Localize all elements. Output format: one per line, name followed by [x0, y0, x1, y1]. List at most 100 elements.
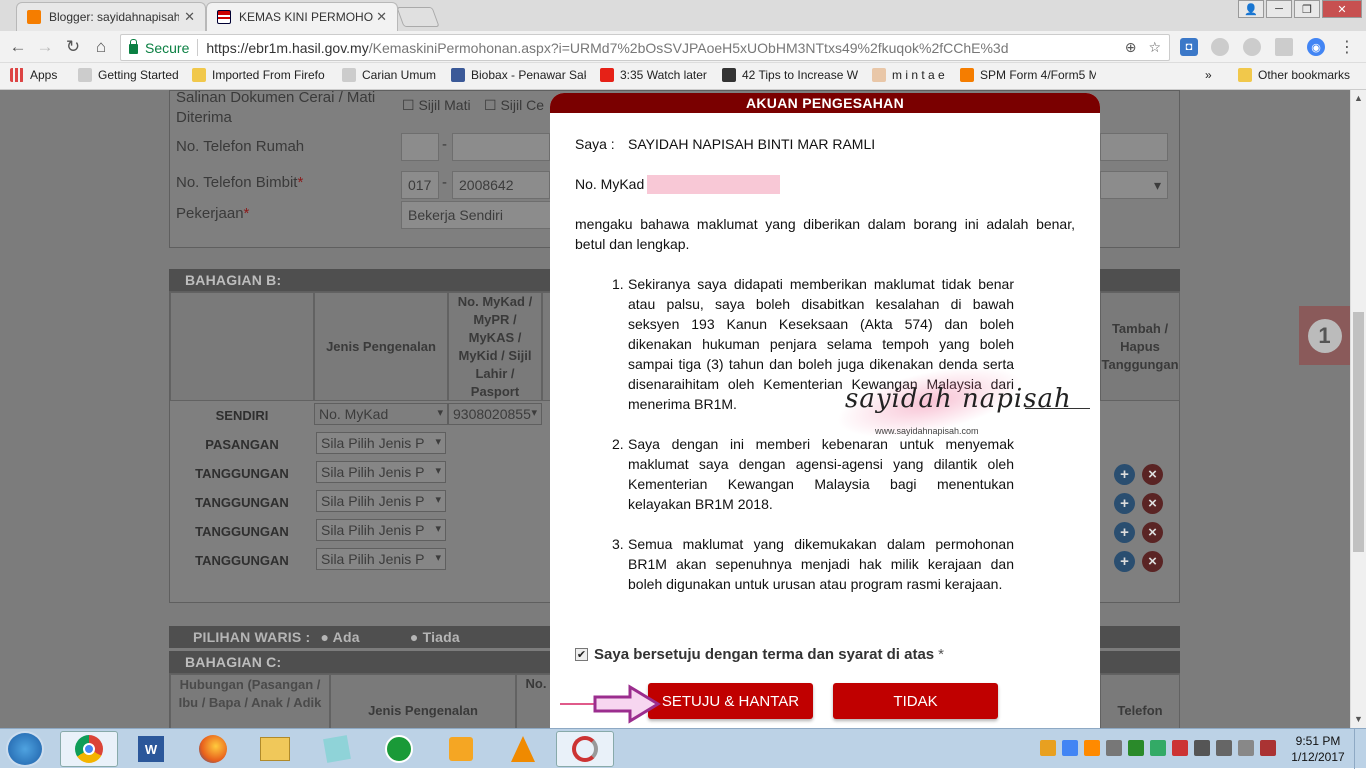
- address-bar[interactable]: Secure https://ebr1m.hasil.gov.my/Kemask…: [120, 34, 1170, 61]
- close-tab-icon[interactable]: ✕: [376, 9, 387, 25]
- pekerjaan-select[interactable]: Bekerja Sendiri: [401, 201, 551, 229]
- bookmarks-bar: Apps Getting Started Imported From Firef…: [0, 63, 1366, 90]
- bookmark-item[interactable]: Getting Started: [78, 68, 179, 82]
- scroll-up-arrow[interactable]: ▲: [1351, 93, 1366, 103]
- vlc-taskbar-icon[interactable]: [494, 731, 552, 767]
- tray-icon[interactable]: [1106, 740, 1122, 756]
- show-desktop-button[interactable]: [1354, 729, 1366, 769]
- forward-icon[interactable]: →: [35, 37, 55, 57]
- jenis-select[interactable]: Sila Pilih Jenis P: [316, 548, 446, 570]
- remove-tanggungan-icon[interactable]: ×: [1142, 464, 1163, 485]
- profile-avatar-icon[interactable]: ◉: [1307, 38, 1325, 56]
- network-taskbar-icon[interactable]: [370, 731, 428, 767]
- agree-checkbox-row[interactable]: ✔ Saya bersetuju dengan terma dan syarat…: [575, 646, 944, 663]
- bookmark-apps[interactable]: Apps: [10, 68, 57, 82]
- close-tab-icon[interactable]: ✕: [184, 9, 195, 25]
- tel-rumah-input[interactable]: [452, 133, 550, 161]
- jenis-select[interactable]: Sila Pilih Jenis P: [316, 490, 446, 512]
- jenis-select[interactable]: No. MyKad: [314, 403, 448, 425]
- tray-icon[interactable]: [1194, 740, 1210, 756]
- add-tanggungan-icon[interactable]: +: [1114, 493, 1135, 514]
- tab-title: KEMAS KINI PERMOHONAN: [239, 10, 374, 24]
- mykad-redacted: [647, 175, 780, 194]
- add-tanggungan-icon[interactable]: +: [1114, 551, 1135, 572]
- scroll-down-arrow[interactable]: ▼: [1351, 714, 1366, 724]
- bookmarks-overflow[interactable]: »: [1205, 68, 1212, 82]
- dropdown[interactable]: ▾: [1100, 171, 1168, 199]
- restore-button[interactable]: ❐: [1294, 0, 1320, 18]
- setuju-hantar-button[interactable]: SETUJU & HANTAR: [648, 683, 813, 719]
- help-widget[interactable]: 1: [1299, 306, 1350, 365]
- home-icon[interactable]: ⌂: [91, 37, 111, 57]
- tel-rumah-prefix-input[interactable]: [401, 133, 439, 161]
- tray-icon[interactable]: [1040, 740, 1056, 756]
- radio-tiada[interactable]: ● Tiada: [410, 629, 460, 645]
- avatar-icon: [872, 68, 886, 82]
- network-icon[interactable]: [1260, 740, 1276, 756]
- jenis-select[interactable]: Sila Pilih Jenis P: [316, 432, 446, 454]
- notes-taskbar-icon[interactable]: [308, 731, 366, 767]
- reload-icon[interactable]: ↻: [63, 37, 83, 57]
- secure-indicator[interactable]: Secure: [129, 38, 189, 56]
- tel-bimbit-input[interactable]: 2008642: [452, 171, 550, 199]
- profile-icon[interactable]: 👤: [1238, 0, 1264, 18]
- new-tab-button[interactable]: [396, 7, 440, 27]
- page-scrollbar[interactable]: ▲ ▼: [1350, 90, 1366, 728]
- explorer-taskbar-icon[interactable]: [246, 731, 304, 767]
- bookmark-item[interactable]: Carian Umum: [342, 68, 436, 82]
- extension-icon[interactable]: [1211, 38, 1229, 56]
- zoom-icon[interactable]: ⊕: [1125, 39, 1137, 56]
- remove-tanggungan-icon[interactable]: ×: [1142, 551, 1163, 572]
- scrollbar-thumb[interactable]: [1353, 312, 1364, 552]
- bookmark-item[interactable]: 3:35 Watch later: [600, 68, 707, 82]
- media-taskbar-icon[interactable]: [432, 731, 490, 767]
- extension-icon[interactable]: [1275, 38, 1293, 56]
- field-input[interactable]: [1100, 133, 1168, 161]
- add-tanggungan-icon[interactable]: +: [1114, 522, 1135, 543]
- pekerjaan-label: Pekerjaan*: [176, 205, 250, 222]
- chrome-taskbar-icon[interactable]: [60, 731, 118, 767]
- tray-icon[interactable]: [1172, 740, 1188, 756]
- tab-kemas-kini[interactable]: KEMAS KINI PERMOHONAN ✕: [206, 2, 398, 31]
- remove-tanggungan-icon[interactable]: ×: [1142, 493, 1163, 514]
- tidak-button[interactable]: TIDAK: [833, 683, 998, 719]
- snipping-taskbar-icon[interactable]: [556, 731, 614, 767]
- tray-icon[interactable]: [1084, 740, 1100, 756]
- tray-icon[interactable]: [1062, 740, 1078, 756]
- jenis-select[interactable]: Sila Pilih Jenis P: [316, 461, 446, 483]
- firefox-taskbar-icon[interactable]: [184, 731, 242, 767]
- extension-icon[interactable]: [1243, 38, 1261, 56]
- bookmark-item[interactable]: Imported From Firefo: [192, 68, 327, 82]
- bookmark-item[interactable]: m i n t a e: [872, 68, 945, 82]
- tray-icon[interactable]: [1216, 740, 1232, 756]
- add-tanggungan-icon[interactable]: +: [1114, 464, 1135, 485]
- row-label: TANGGUNGAN: [195, 524, 289, 539]
- tab-blogger[interactable]: Blogger: sayidahnapisah ✕: [16, 2, 206, 31]
- sijil-cerai-option[interactable]: ☐ Sijil Ce: [484, 97, 544, 114]
- bookmark-item[interactable]: SPM Form 4/Form5 M: [960, 68, 1096, 82]
- agree-checkbox[interactable]: ✔: [575, 648, 588, 661]
- bookmark-star-icon[interactable]: ☆: [1148, 39, 1161, 56]
- salinan-label: Salinan Dokumen Cerai / Mati Diterima: [176, 90, 376, 126]
- tray-icon[interactable]: [1150, 740, 1166, 756]
- menu-icon[interactable]: ⋮: [1338, 38, 1356, 56]
- radio-ada[interactable]: ● Ada: [320, 629, 359, 645]
- tel-bimbit-prefix-input[interactable]: 017: [401, 171, 439, 199]
- extension-icon[interactable]: ◘: [1180, 38, 1198, 56]
- word-taskbar-icon[interactable]: W: [122, 731, 180, 767]
- tray-icon[interactable]: [1128, 740, 1144, 756]
- sijil-mati-option[interactable]: ☐ Sijil Mati: [402, 97, 471, 114]
- close-window-button[interactable]: ✕: [1322, 0, 1362, 18]
- bookmark-item[interactable]: 42 Tips to Increase W: [722, 68, 858, 82]
- other-bookmarks[interactable]: Other bookmarks: [1238, 68, 1350, 82]
- volume-icon[interactable]: [1238, 740, 1254, 756]
- jenis-select[interactable]: Sila Pilih Jenis P: [316, 519, 446, 541]
- col-header-hubungan: Hubungan (Pasangan / Ibu / Bapa / Anak /…: [170, 674, 330, 728]
- bookmark-item[interactable]: Biobax - Penawar Sak: [451, 68, 586, 82]
- start-button[interactable]: [6, 731, 44, 767]
- back-icon[interactable]: ←: [8, 37, 28, 57]
- mykad-input[interactable]: 9308020855: [448, 403, 542, 425]
- remove-tanggungan-icon[interactable]: ×: [1142, 522, 1163, 543]
- minimize-button[interactable]: ─: [1266, 0, 1292, 18]
- clock[interactable]: 9:51 PM 1/12/2017: [1288, 733, 1348, 765]
